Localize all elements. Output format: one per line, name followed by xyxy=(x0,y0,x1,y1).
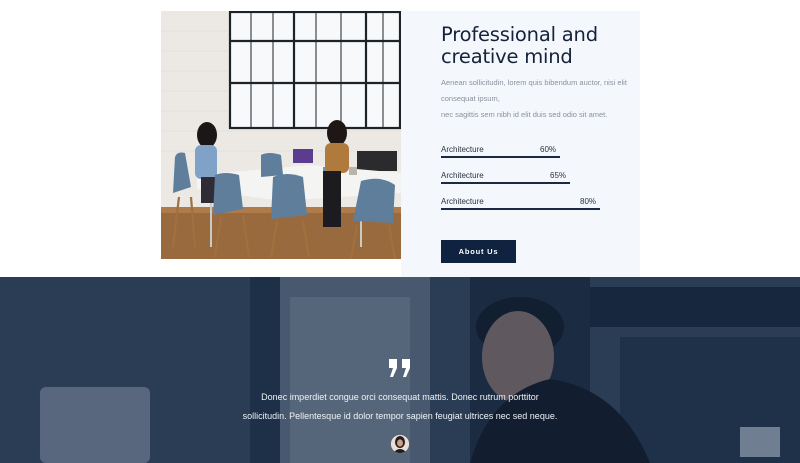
skill-progress-bar xyxy=(441,156,561,158)
quote-line-2: sollicitudin. Pellentesque id dolor temp… xyxy=(242,411,558,421)
testimonial-section: Donec imperdiet congue orci consequat ma… xyxy=(0,277,800,463)
skill-label: Architecture xyxy=(441,197,484,206)
skill-label: Architecture xyxy=(441,145,484,154)
quote-icon xyxy=(389,359,410,377)
quote-line-1: Donec imperdiet congue orci consequat ma… xyxy=(261,392,539,402)
office-photo xyxy=(161,11,401,259)
skill-label: Architecture xyxy=(441,171,484,180)
title-line-1: Professional and xyxy=(441,23,598,46)
section-title: Professional and creative mind xyxy=(441,24,631,68)
skill-progress-bar xyxy=(441,182,571,184)
skill-row-2: Architecture 65% xyxy=(441,171,571,185)
skill-value: 65% xyxy=(550,171,567,180)
description-line-1: Aenean sollicitudin, lorem quis bibendum… xyxy=(441,78,627,103)
avatar xyxy=(391,435,409,453)
description-line-2: nec sagittis sem nibh id elit duis sed o… xyxy=(441,110,608,119)
about-us-button[interactable]: About Us xyxy=(441,240,516,263)
skill-progress-bar xyxy=(441,208,601,210)
skill-row-3: Architecture 80% xyxy=(441,197,601,211)
about-panel: Professional and creative mind Aenean so… xyxy=(401,11,640,277)
skill-value: 60% xyxy=(540,145,557,154)
title-line-2: creative mind xyxy=(441,45,573,68)
testimonial-quote: Donec imperdiet congue orci consequat ma… xyxy=(180,388,620,426)
section-description: Aenean sollicitudin, lorem quis bibendum… xyxy=(441,75,631,123)
skill-value: 80% xyxy=(580,197,597,206)
skill-row-1: Architecture 60% xyxy=(441,145,561,159)
